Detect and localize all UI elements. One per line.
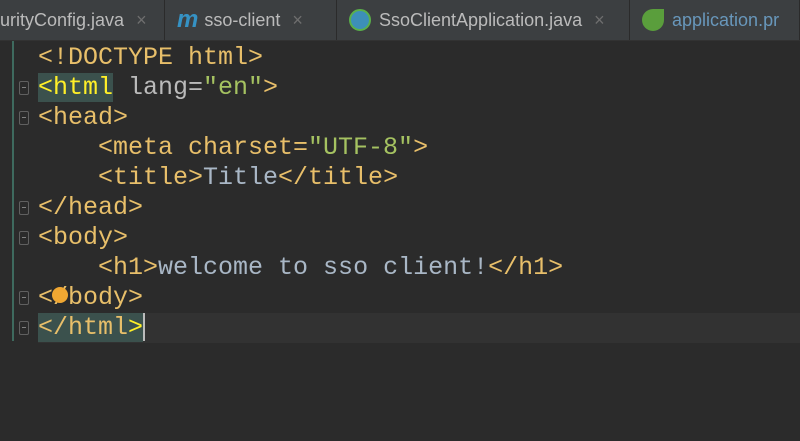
tab-application-properties[interactable]: application.pr xyxy=(630,0,800,40)
code-line-6[interactable]: </head> xyxy=(38,193,143,223)
tab-security-config[interactable]: urityConfig.java × xyxy=(0,0,165,40)
lightbulb-icon[interactable] xyxy=(52,287,68,303)
fold-icon[interactable] xyxy=(19,111,29,125)
fold-icon[interactable] xyxy=(19,291,29,305)
attr-value: "en" xyxy=(203,73,264,102)
code-line-5[interactable]: <title>Title</title> xyxy=(38,163,398,193)
close-icon[interactable]: × xyxy=(292,10,303,31)
code-line-10[interactable]: </html> xyxy=(38,313,146,343)
text: Title xyxy=(203,163,279,192)
tag: > xyxy=(128,313,144,342)
code-line-7[interactable]: <body> xyxy=(38,223,128,253)
tag: > xyxy=(413,133,429,162)
spring-boot-class-icon xyxy=(349,9,371,31)
current-line-highlight xyxy=(38,313,800,343)
code-line-3[interactable]: <head> xyxy=(38,103,128,133)
tag: </html xyxy=(38,313,129,342)
tag: <meta charset= xyxy=(38,133,309,162)
attr-value: "UTF-8" xyxy=(308,133,414,162)
tag: <html xyxy=(38,73,114,102)
editor-tab-bar: urityConfig.java × m sso-client × SsoClient… xyxy=(0,0,800,41)
doctype: <!DOCTYPE html> xyxy=(38,43,264,72)
tab-label: SsoClientApplication.java xyxy=(379,9,583,30)
close-icon[interactable]: × xyxy=(136,10,147,31)
fold-icon[interactable] xyxy=(19,231,29,245)
code-line-8[interactable]: <h1>welcome to sso client!</h1> xyxy=(38,253,563,283)
fold-icon[interactable] xyxy=(19,201,29,215)
tag: <h1> xyxy=(38,253,159,282)
attr: lang= xyxy=(113,73,204,102)
tag: </h1> xyxy=(488,253,564,282)
fold-icon[interactable] xyxy=(19,321,29,335)
tag: <title> xyxy=(38,163,204,192)
code-line-2[interactable]: <html lang="en"> xyxy=(38,73,278,103)
fold-icon[interactable] xyxy=(19,81,29,95)
tab-label: application.pr xyxy=(672,9,780,30)
code-line-4[interactable]: <meta charset="UTF-8"> xyxy=(38,133,428,163)
tab-sso-client[interactable]: m sso-client × xyxy=(165,0,337,40)
vcs-change-marker xyxy=(12,41,14,341)
maven-m-icon: m xyxy=(177,6,199,33)
text: welcome to sso client! xyxy=(158,253,489,282)
tag: <head> xyxy=(38,103,129,132)
tab-label: urityConfig.java xyxy=(0,9,125,30)
code-line-1[interactable]: <!DOCTYPE html> xyxy=(38,43,263,73)
tag: </head> xyxy=(38,193,144,222)
tag: </title> xyxy=(278,163,399,192)
tab-label: sso-client xyxy=(204,9,281,30)
tag: > xyxy=(263,73,279,102)
close-icon[interactable]: × xyxy=(594,10,605,31)
tab-sso-client-application[interactable]: SsoClientApplication.java × xyxy=(337,0,630,40)
text-caret xyxy=(143,313,146,342)
tag: <body> xyxy=(38,223,129,252)
spring-properties-icon xyxy=(642,9,664,31)
